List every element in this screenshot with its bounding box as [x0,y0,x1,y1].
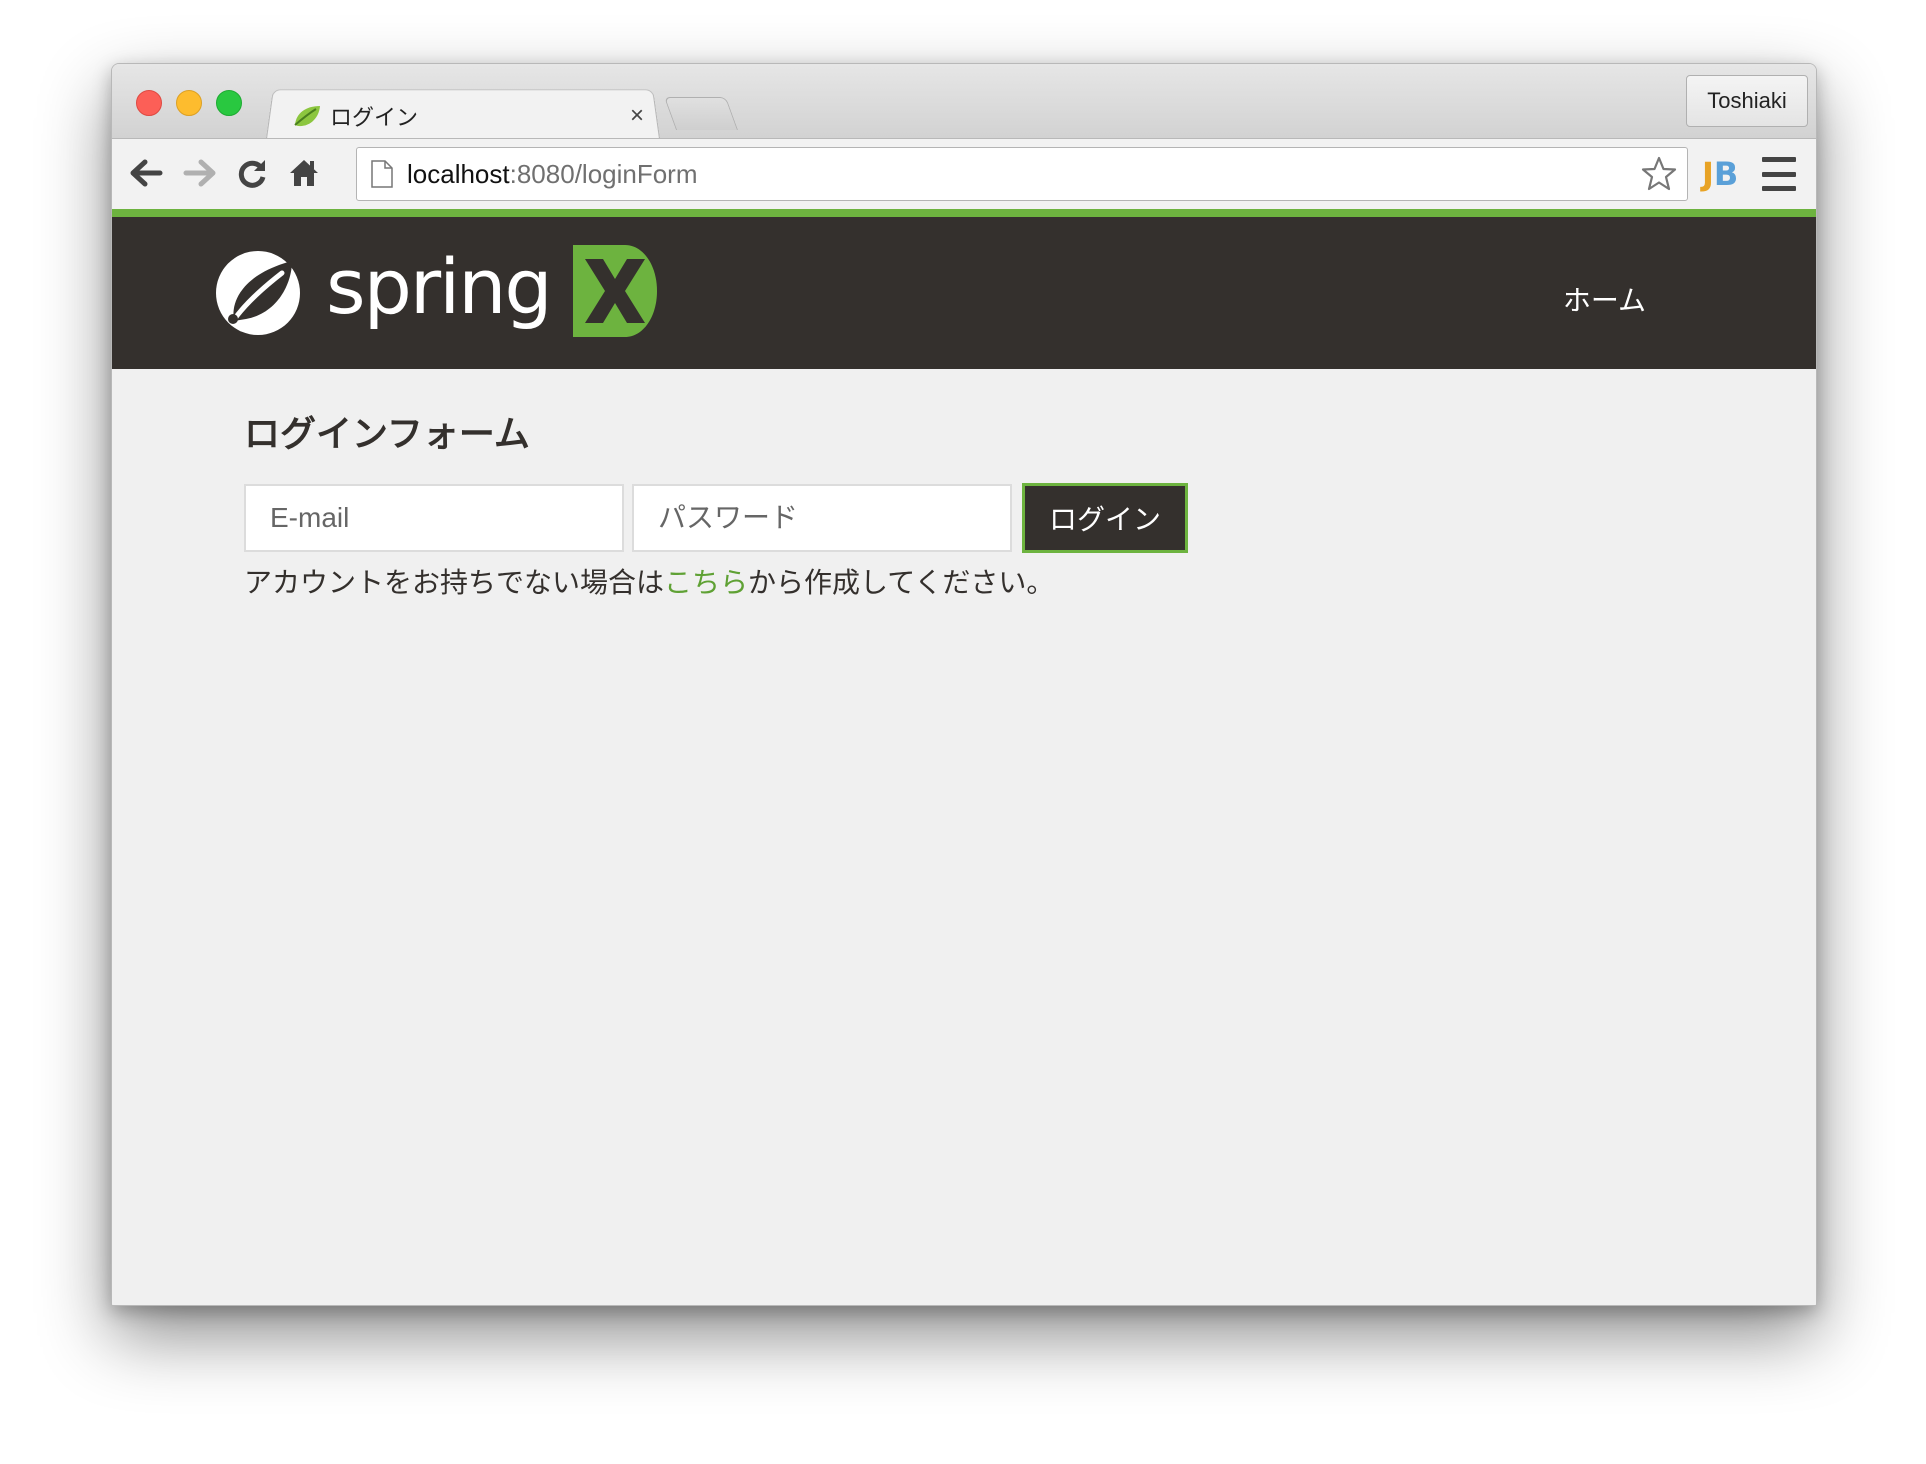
page-icon [371,160,393,188]
jb-extension-button[interactable]: JB [1702,155,1742,193]
password-field[interactable] [632,484,1012,552]
jb-extension-label-j: J [1702,155,1714,193]
site-logo[interactable]: spring [212,243,657,339]
profile-button[interactable]: Toshiaki [1686,75,1808,127]
address-bar[interactable]: localhost:8080/loginForm [356,147,1688,201]
page-title: ログインフォーム [244,413,530,454]
nav-home-link[interactable]: ホーム [1563,279,1646,319]
back-button[interactable] [128,155,164,191]
new-tab-button[interactable] [663,97,739,130]
star-icon[interactable] [1641,156,1677,192]
login-button[interactable]: ログイン [1022,483,1188,553]
register-suffix: から作成してください。 [748,567,1055,598]
login-section: ログインフォーム ログイン アカウントをお持ちでない場合はこちらから作成してくだ… [244,405,1188,601]
minimize-window-button[interactable] [176,90,202,116]
reload-button[interactable] [234,155,270,191]
register-prompt: アカウントをお持ちでない場合はこちらから作成してください。 [244,561,1188,601]
reload-icon [238,160,266,188]
login-form: ログイン [244,483,1188,553]
page-viewport: spring ホーム ログインフォーム ログイン アカウントをお持ちでない場合は… [112,209,1816,1305]
url-host: localhost [407,158,510,189]
jb-extension-label-b: B [1713,155,1739,193]
x-logo-icon [572,245,657,337]
register-link[interactable]: こちら [664,567,748,598]
url-path: :8080/loginForm [509,158,698,189]
spring-leaf-icon [216,251,300,335]
forward-arrow-icon [183,159,216,187]
email-field[interactable] [244,484,624,552]
menu-icon[interactable] [1762,157,1796,191]
zoom-window-button[interactable] [216,90,242,116]
forward-button[interactable] [182,155,218,191]
close-window-button[interactable] [136,90,162,116]
browser-toolbar: localhost:8080/loginForm JB [112,138,1816,209]
site-header: spring ホーム [112,209,1816,369]
home-button[interactable] [286,155,322,191]
tab-title: ログイン [330,105,419,130]
browser-window: ログイン × Toshiaki localhost:8080/loginForm… [111,63,1817,1306]
logo-text: spring [326,242,553,331]
register-prefix: アカウントをお持ちでない場合は [244,567,665,598]
url-text: localhost:8080/loginForm [407,159,1641,190]
tab-close-icon[interactable]: × [630,102,644,130]
title-bar: ログイン × Toshiaki [112,64,1816,139]
back-arrow-icon [130,159,163,187]
home-icon [290,160,318,186]
active-tab-content: ログイン × [292,94,652,138]
leaf-favicon-icon [294,106,320,127]
